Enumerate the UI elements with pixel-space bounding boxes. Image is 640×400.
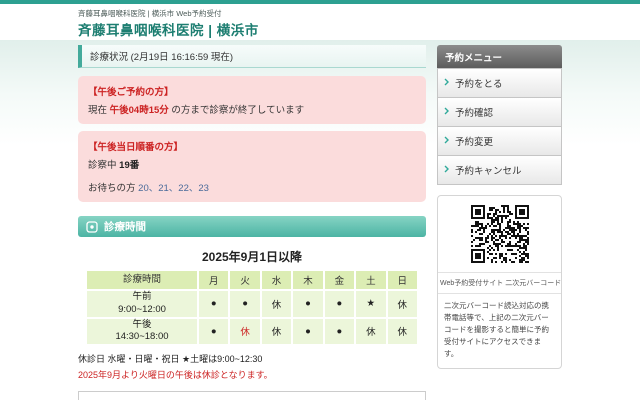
hours-row-afternoon: 午後 14:30~18:00 ● 休 休 ● ● 休 休 (86, 318, 418, 346)
afternoon-walkin-label: 【午後当日順番の方】 (88, 139, 416, 153)
menu-item-change-reservation[interactable]: 予約変更 (437, 126, 562, 156)
afternoon-sun: 休 (387, 318, 418, 346)
waiting-label: お待ちの方 (88, 183, 136, 194)
qr-description: 二次元バーコード読込対応の携帯電話等で、上記の二次元バーコードを撮影すると簡単に… (438, 294, 561, 368)
menu-item-label: 予約確認 (455, 108, 493, 119)
page-title: 斉藤耳鼻咽喉科医院 | 横浜市 (78, 19, 259, 39)
afternoon-sat: 休 (355, 318, 386, 346)
morning-time: 9:00~12:00 (118, 304, 166, 315)
morning-period: 午前 (132, 291, 151, 302)
col-header-sun: 日 (387, 270, 418, 290)
progress-suffix: の方まで診察が終了しています (169, 105, 304, 116)
cash-only-notice-box: ※当院はお支払いは現金のみとなっております。 (78, 391, 426, 400)
reservation-menu-header: 予約メニュー (437, 45, 562, 69)
hours-table: 診療時間 月 火 水 木 金 土 日 午前 9:00~12:00 (85, 269, 419, 346)
waiting-numbers: 20、21、22、23 (138, 183, 209, 194)
hours-section-bar: 診療時間 (78, 216, 426, 237)
col-header-thu: 木 (292, 270, 323, 290)
qr-code-panel: Web予約受付サイト 二次元バーコード 二次元バーコード読込対応の携帯電話等で、… (437, 195, 562, 369)
now-serving-line: 診察中 19番 (88, 157, 416, 171)
col-header-mon: 月 (198, 270, 229, 290)
clock-icon (86, 221, 98, 233)
qr-code-area (438, 196, 561, 272)
afternoon-mon: ● (198, 318, 229, 346)
hours-row-morning: 午前 9:00~12:00 ● ● 休 ● ● ★ 休 (86, 290, 418, 318)
morning-wed: 休 (261, 290, 292, 318)
content-column: 診療状況 (2月19日 16:16:59 現在) 【午後ご予約の方】 現在 午後… (78, 45, 426, 400)
afternoon-reservation-label: 【午後ご予約の方】 (88, 84, 416, 98)
afternoon-reservation-status-box: 【午後ご予約の方】 現在 午後04時15分 の方まで診察が終了しています (78, 76, 426, 124)
afternoon-fri: ● (324, 318, 355, 346)
hours-header-row: 診療時間 月 火 水 木 金 土 日 (86, 270, 418, 290)
afternoon-thu: ● (292, 318, 323, 346)
afternoon-reservation-progress: 現在 午後04時15分 の方まで診察が終了しています (88, 102, 416, 116)
qr-caption: Web予約受付サイト 二次元バーコード (438, 272, 561, 294)
col-header-hours: 診療時間 (86, 270, 198, 290)
clinic-status-heading: 診療状況 (2月19日 16:16:59 現在) (78, 45, 426, 68)
now-serving-label: 診察中 (88, 160, 117, 171)
afternoon-period: 午後 (132, 319, 151, 330)
chevron-right-icon (444, 165, 449, 176)
page: 斉藤耳鼻咽喉科医院 | 横浜市 Web予約受付 斉藤耳鼻咽喉科医院 | 横浜市 … (0, 0, 640, 400)
morning-thu: ● (292, 290, 323, 318)
morning-label-cell: 午前 9:00~12:00 (86, 290, 198, 318)
col-header-sat: 土 (355, 270, 386, 290)
chevron-right-icon (444, 78, 449, 89)
closed-days-note: 休診日 水曜・日曜・祝日 ★土曜は9:00~12:30 (78, 352, 426, 365)
main-area: 診療状況 (2月19日 16:16:59 現在) 【午後ご予約の方】 現在 午後… (0, 40, 640, 400)
menu-item-make-reservation[interactable]: 予約をとる (437, 68, 562, 98)
morning-fri: ● (324, 290, 355, 318)
hours-table-title: 2025年9月1日以降 (78, 248, 426, 265)
reservation-sidebar: 予約メニュー 予約をとる 予約確認 予約変更 (437, 45, 562, 369)
progress-prefix: 現在 (88, 105, 110, 116)
chevron-right-icon (444, 136, 449, 147)
waiting-line: お待ちの方 20、21、22、23 (88, 180, 416, 194)
col-header-fri: 金 (324, 270, 355, 290)
afternoon-wed: 休 (261, 318, 292, 346)
menu-item-confirm-reservation[interactable]: 予約確認 (437, 97, 562, 127)
afternoon-walkin-status-box: 【午後当日順番の方】 診察中 19番 お待ちの方 20、21、22、23 (78, 131, 426, 202)
menu-item-cancel-reservation[interactable]: 予約キャンセル (437, 155, 562, 185)
menu-item-label: 予約変更 (455, 137, 493, 148)
chevron-right-icon (444, 107, 449, 118)
morning-sat: ★ (355, 290, 386, 318)
col-header-tue: 火 (229, 270, 260, 290)
menu-item-label: 予約キャンセル (455, 166, 522, 177)
morning-sun: 休 (387, 290, 418, 318)
col-header-wed: 水 (261, 270, 292, 290)
afternoon-tue: 休 (229, 318, 260, 346)
schedule-change-note: 2025年9月より火曜日の午後は休診となります。 (78, 368, 426, 381)
afternoon-label-cell: 午後 14:30~18:00 (86, 318, 198, 346)
qr-code (471, 205, 529, 263)
afternoon-time: 14:30~18:00 (115, 331, 168, 342)
hours-bar-title: 診療時間 (104, 219, 146, 234)
morning-tue: ● (229, 290, 260, 318)
now-serving-number: 19番 (119, 160, 139, 171)
morning-mon: ● (198, 290, 229, 318)
breadcrumb: 斉藤耳鼻咽喉科医院 | 横浜市 Web予約受付 (78, 8, 221, 19)
page-header: 斉藤耳鼻咽喉科医院 | 横浜市 Web予約受付 斉藤耳鼻咽喉科医院 | 横浜市 (0, 4, 640, 40)
menu-item-label: 予約をとる (455, 79, 503, 90)
progress-time: 午後04時15分 (110, 105, 169, 116)
